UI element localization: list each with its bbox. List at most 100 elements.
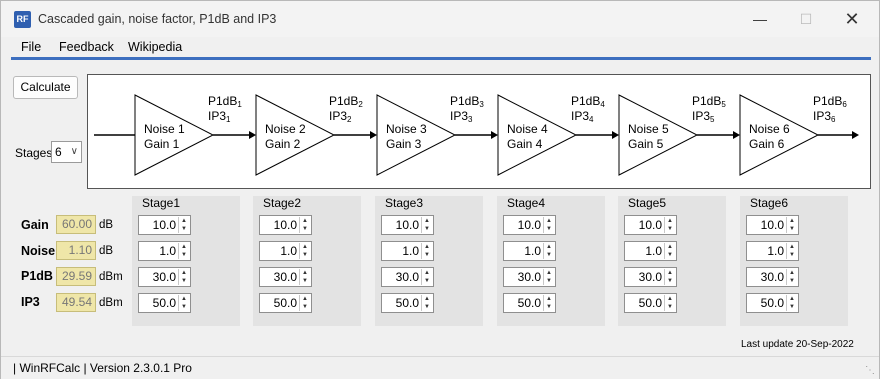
calculate-button[interactable]: Calculate — [13, 76, 78, 99]
chevron-up-icon[interactable]: ▲ — [544, 217, 554, 225]
chevron-down-icon[interactable]: ▼ — [422, 251, 432, 259]
gain-stepper-value[interactable]: 10.0 — [396, 218, 419, 232]
chevron-down-icon[interactable]: ▼ — [544, 303, 554, 311]
stepper-arrows[interactable]: ▲ ▼ — [421, 269, 432, 285]
stepper-arrows[interactable]: ▲ ▼ — [299, 217, 310, 233]
p1db-stepper-value[interactable]: 30.0 — [761, 270, 784, 284]
ip3-stepper-value[interactable]: 50.0 — [396, 296, 419, 310]
title-bar[interactable]: RF Cascaded gain, noise factor, P1dB and… — [1, 1, 879, 37]
chevron-down-icon[interactable]: ▼ — [300, 225, 310, 233]
ip3-stepper-value[interactable]: 50.0 — [761, 296, 784, 310]
stepper-arrows[interactable]: ▲ ▼ — [786, 243, 797, 259]
gain-stepper[interactable]: 10.0 ▲ ▼ — [503, 215, 556, 235]
resize-grip-icon[interactable]: ⋱ — [865, 365, 875, 376]
ip3-stepper-value[interactable]: 50.0 — [274, 296, 297, 310]
noise-stepper[interactable]: 1.0 ▲ ▼ — [746, 241, 799, 261]
chevron-down-icon[interactable]: ▼ — [787, 303, 797, 311]
gain-stepper[interactable]: 10.0 ▲ ▼ — [624, 215, 677, 235]
stages-select[interactable]: 6 ∨ — [51, 141, 82, 163]
stepper-arrows[interactable]: ▲ ▼ — [664, 295, 675, 311]
stepper-arrows[interactable]: ▲ ▼ — [543, 269, 554, 285]
chevron-up-icon[interactable]: ▲ — [179, 217, 189, 225]
chevron-down-icon[interactable]: ▼ — [787, 225, 797, 233]
ip3-stepper-value[interactable]: 50.0 — [639, 296, 662, 310]
chevron-down-icon[interactable]: ▼ — [544, 251, 554, 259]
chevron-down-icon[interactable]: ▼ — [544, 225, 554, 233]
stepper-arrows[interactable]: ▲ ▼ — [543, 243, 554, 259]
p1db-stepper[interactable]: 30.0 ▲ ▼ — [381, 267, 434, 287]
chevron-down-icon[interactable]: ▼ — [300, 251, 310, 259]
ip3-stepper-value[interactable]: 50.0 — [153, 296, 176, 310]
noise-stepper-value[interactable]: 1.0 — [767, 244, 784, 258]
p1db-stepper[interactable]: 30.0 ▲ ▼ — [503, 267, 556, 287]
chevron-up-icon[interactable]: ▲ — [665, 243, 675, 251]
gain-stepper-value[interactable]: 10.0 — [639, 218, 662, 232]
chevron-down-icon[interactable]: ▼ — [300, 277, 310, 285]
chevron-down-icon[interactable]: ▼ — [300, 303, 310, 311]
stepper-arrows[interactable]: ▲ ▼ — [178, 217, 189, 233]
noise-stepper[interactable]: 1.0 ▲ ▼ — [624, 241, 677, 261]
p1db-stepper-value[interactable]: 30.0 — [639, 270, 662, 284]
gain-stepper[interactable]: 10.0 ▲ ▼ — [259, 215, 312, 235]
p1db-stepper[interactable]: 30.0 ▲ ▼ — [259, 267, 312, 287]
chevron-up-icon[interactable]: ▲ — [544, 243, 554, 251]
p1db-stepper-value[interactable]: 30.0 — [518, 270, 541, 284]
stepper-arrows[interactable]: ▲ ▼ — [421, 217, 432, 233]
chevron-up-icon[interactable]: ▲ — [787, 269, 797, 277]
stepper-arrows[interactable]: ▲ ▼ — [664, 217, 675, 233]
chevron-up-icon[interactable]: ▲ — [787, 217, 797, 225]
chevron-down-icon[interactable]: ▼ — [665, 277, 675, 285]
chevron-down-icon[interactable]: ▼ — [665, 225, 675, 233]
ip3-stepper[interactable]: 50.0 ▲ ▼ — [503, 293, 556, 313]
chevron-down-icon[interactable]: ▼ — [179, 277, 189, 285]
menu-feedback[interactable]: Feedback — [59, 40, 114, 54]
chevron-up-icon[interactable]: ▲ — [665, 269, 675, 277]
chevron-up-icon[interactable]: ▲ — [300, 217, 310, 225]
chevron-up-icon[interactable]: ▲ — [422, 243, 432, 251]
stepper-arrows[interactable]: ▲ ▼ — [786, 295, 797, 311]
stepper-arrows[interactable]: ▲ ▼ — [178, 269, 189, 285]
chevron-up-icon[interactable]: ▲ — [787, 295, 797, 303]
stepper-arrows[interactable]: ▲ ▼ — [421, 295, 432, 311]
p1db-stepper[interactable]: 30.0 ▲ ▼ — [624, 267, 677, 287]
ip3-stepper[interactable]: 50.0 ▲ ▼ — [259, 293, 312, 313]
menu-wikipedia[interactable]: Wikipedia — [128, 40, 182, 54]
chevron-down-icon[interactable]: ▼ — [179, 303, 189, 311]
ip3-stepper[interactable]: 50.0 ▲ ▼ — [746, 293, 799, 313]
chevron-up-icon[interactable]: ▲ — [300, 243, 310, 251]
p1db-stepper-value[interactable]: 30.0 — [153, 270, 176, 284]
stepper-arrows[interactable]: ▲ ▼ — [178, 295, 189, 311]
chevron-down-icon[interactable]: ▼ — [422, 277, 432, 285]
chevron-up-icon[interactable]: ▲ — [544, 269, 554, 277]
chevron-up-icon[interactable]: ▲ — [422, 295, 432, 303]
noise-stepper-value[interactable]: 1.0 — [524, 244, 541, 258]
chevron-up-icon[interactable]: ▲ — [422, 269, 432, 277]
noise-stepper[interactable]: 1.0 ▲ ▼ — [138, 241, 191, 261]
chevron-up-icon[interactable]: ▲ — [300, 295, 310, 303]
chevron-down-icon[interactable]: ▼ — [665, 303, 675, 311]
stepper-arrows[interactable]: ▲ ▼ — [299, 269, 310, 285]
ip3-stepper-value[interactable]: 50.0 — [518, 296, 541, 310]
noise-stepper-value[interactable]: 1.0 — [159, 244, 176, 258]
ip3-stepper[interactable]: 50.0 ▲ ▼ — [138, 293, 191, 313]
stepper-arrows[interactable]: ▲ ▼ — [299, 295, 310, 311]
chevron-down-icon[interactable]: ▼ — [179, 251, 189, 259]
stepper-arrows[interactable]: ▲ ▼ — [786, 269, 797, 285]
gain-stepper-value[interactable]: 10.0 — [518, 218, 541, 232]
gain-stepper[interactable]: 10.0 ▲ ▼ — [746, 215, 799, 235]
minimize-icon[interactable]: — — [737, 1, 783, 37]
noise-stepper-value[interactable]: 1.0 — [280, 244, 297, 258]
stepper-arrows[interactable]: ▲ ▼ — [543, 217, 554, 233]
p1db-stepper[interactable]: 30.0 ▲ ▼ — [746, 267, 799, 287]
chevron-up-icon[interactable]: ▲ — [422, 217, 432, 225]
p1db-stepper-value[interactable]: 30.0 — [396, 270, 419, 284]
noise-stepper-value[interactable]: 1.0 — [402, 244, 419, 258]
stepper-arrows[interactable]: ▲ ▼ — [664, 243, 675, 259]
p1db-stepper-value[interactable]: 30.0 — [274, 270, 297, 284]
noise-stepper[interactable]: 1.0 ▲ ▼ — [259, 241, 312, 261]
chevron-up-icon[interactable]: ▲ — [787, 243, 797, 251]
chevron-down-icon[interactable]: ▼ — [422, 303, 432, 311]
stepper-arrows[interactable]: ▲ ▼ — [786, 217, 797, 233]
ip3-stepper[interactable]: 50.0 ▲ ▼ — [381, 293, 434, 313]
chevron-down-icon[interactable]: ▼ — [787, 277, 797, 285]
